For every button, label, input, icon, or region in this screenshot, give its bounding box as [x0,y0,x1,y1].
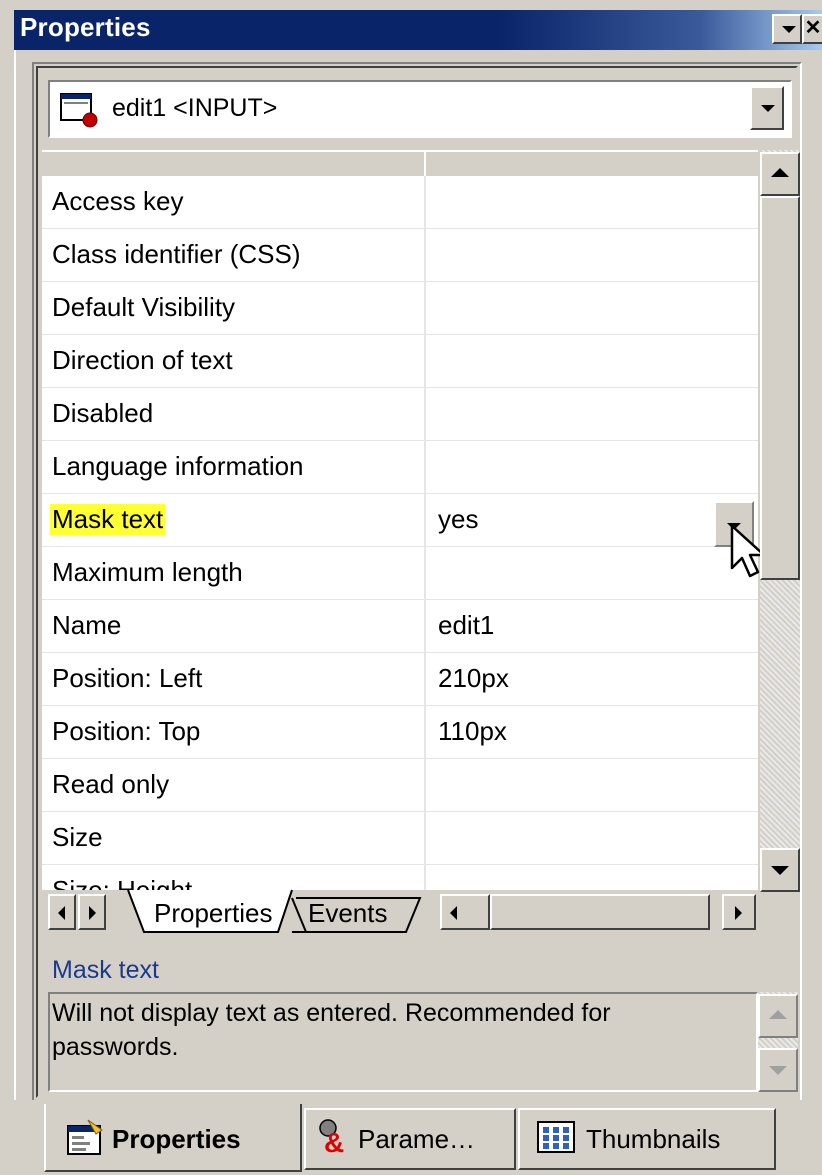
tab-scroll-left-button[interactable] [48,894,76,930]
svg-text:&: & [324,1127,344,1156]
property-name: Access key [52,186,184,216]
dock-tab-properties-label: Properties [112,1124,241,1154]
property-name: Name [52,610,122,640]
property-value[interactable]: 210px [438,663,509,694]
hscroll-thumb[interactable] [490,894,710,930]
grid-header [42,152,758,176]
arrow-up-icon [771,168,789,177]
element-selector-value: edit1 <INPUT> [112,94,278,122]
property-row-position-top[interactable]: Position: Top 110px [42,706,758,759]
arrow-left-icon [58,906,65,920]
property-row-class-identifier[interactable]: Class identifier (CSS) [42,229,758,282]
scroll-up-button[interactable] [760,152,800,196]
property-row-maximum-length[interactable]: Maximum length [42,547,758,600]
description-scroll-down-button[interactable] [758,1048,798,1092]
close-icon: ✕ [804,17,822,39]
property-name: Maximum length [52,557,243,587]
property-row-size[interactable]: Size [42,812,758,865]
property-name: Position: Top [52,716,201,746]
description-title: Mask text [52,956,159,984]
property-name: Position: Left [52,663,203,693]
property-name: Direction of text [52,345,233,375]
property-row-language-information[interactable]: Language information [42,441,758,494]
property-name: Language information [52,451,304,481]
property-row-mask-text[interactable]: Mask text yes [42,494,758,547]
scroll-down-button[interactable] [760,848,800,892]
property-name: Read only [52,769,170,799]
property-name: Disabled [52,398,154,428]
property-row-default-visibility[interactable]: Default Visibility [42,282,758,335]
description-scroll-up-button[interactable] [758,994,798,1038]
close-button[interactable]: ✕ [802,14,822,44]
property-name-selected: Mask text [50,504,166,535]
element-selector-dropdown-button[interactable] [750,86,784,130]
arrow-down-icon [769,1066,787,1075]
tab-properties[interactable]: Properties [154,898,273,929]
arrow-up-icon [769,1010,787,1019]
dock-tab-thumbnails-label: Thumbnails [586,1124,721,1154]
property-row-disabled[interactable]: Disabled [42,388,758,441]
parameters-icon: & [319,1119,344,1156]
property-name: Default Visibility [52,292,236,322]
arrow-down-icon [771,866,789,875]
property-row-position-left[interactable]: Position: Left 210px [42,653,758,706]
dropdown-icon [782,26,796,33]
dock-tab-parameters-label: Parame… [358,1124,476,1154]
property-value[interactable]: 110px [438,716,507,747]
vertical-scrollbar-thumb[interactable] [760,196,800,580]
hscroll-right-button[interactable] [722,894,756,930]
property-row-direction-of-text[interactable]: Direction of text [42,335,758,388]
property-row-read-only[interactable]: Read only [42,759,758,812]
window-title: Properties [20,12,151,42]
arrow-right-icon [735,906,742,920]
property-row-size-height[interactable]: Size: Height [42,865,758,890]
property-name: Class identifier (CSS) [52,239,301,269]
input-element-icon [60,93,98,128]
property-row-access-key[interactable]: Access key [42,176,758,229]
chevron-down-icon [761,105,775,112]
property-row-name[interactable]: Name edit1 [42,600,758,653]
tab-scroll-right-button[interactable] [78,894,106,930]
arrow-right-icon [89,906,96,920]
property-value[interactable]: edit1 [438,610,494,641]
property-name: Size [52,822,103,852]
description-text: Will not display text as entered. Recomm… [52,999,611,1061]
tab-events[interactable]: Events [308,898,388,929]
header-divider [424,152,426,176]
property-value[interactable]: yes [438,504,478,535]
properties-icon [67,1119,103,1155]
minimize-button[interactable] [772,14,802,44]
hscroll-left-button[interactable] [440,894,490,930]
thumbnails-icon [537,1121,575,1153]
arrow-left-icon [450,906,457,920]
